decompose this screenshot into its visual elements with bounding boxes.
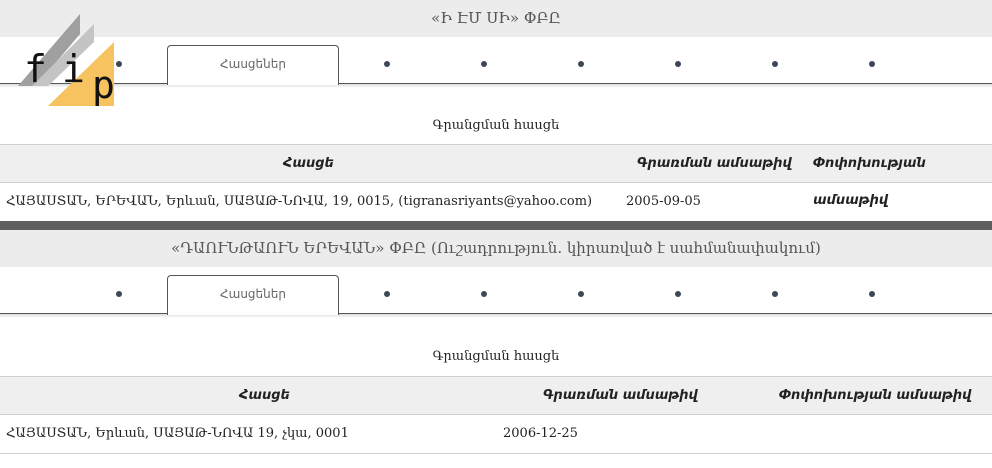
logo-letter-f: f [24,47,47,91]
cell-reg-date: 2006-12-25 [503,426,578,441]
cell-address: ՀԱՅԱՍՏԱՆ, ԵՐԵՎԱՆ, Երևան, ՍԱՅԱԹ-ՆՈՎԱ, 19,… [6,194,593,209]
address-table: Հասցե Գրառման ամսաթիվ Փոփոխության ամսաթի… [0,144,992,222]
tab-dot[interactable] [675,61,681,67]
header-change-date: Փոփոխության ամսաթիվ [779,388,972,403]
tab-dot[interactable] [772,291,778,297]
address-table: Հասցե Գրառման ամսաթիվ Փոփոխության ամսաթի… [0,376,992,454]
tab-dot[interactable] [384,291,390,297]
table-header: Հասցե Գրառման ամսաթիվ Փոփոխության ամսաթի… [0,376,992,415]
fip-logo[interactable]: f i p [18,14,115,107]
tab-dot[interactable] [772,61,778,67]
tab-dot[interactable] [116,291,122,297]
header-address: Հասցե [239,388,290,403]
table-header: Հասցե Գրառման ամսաթիվ Փոփոխության ամսաթի… [0,144,992,208]
tab-dot[interactable] [116,61,122,67]
cell-reg-date: 2005-09-05 [626,194,701,209]
tab-dot[interactable] [869,291,875,297]
company-title: «Ի ԷՄ ՍԻ» ՓԲԸ [0,0,992,37]
tab-strip: Հասցեներ [0,37,992,88]
section-label: Գրանցման հասցե [432,349,560,364]
header-reg-date: Գրառման ամսաթիվ [543,388,698,403]
logo-letter-i: i [62,47,85,91]
header-reg-date: Գրառման ամսաթիվ [637,156,792,171]
table-row: ՀԱՅԱՍՏԱՆ, ԵՐԵՎԱՆ, Երևան, ՍԱՅԱԹ-ՆՈՎԱ, 19,… [0,183,992,222]
tab-strip: Հասցեներ [0,267,992,318]
section-label: Գրանցման հասցե [432,118,560,133]
logo-letter-p: p [92,63,114,106]
cell-address: ՀԱՅԱՍՏԱՆ, Երևան, ՍԱՅԱԹ-ՆՈՎԱ 19, չկա, 000… [6,426,349,441]
tab-dot[interactable] [869,61,875,67]
tab-dot[interactable] [675,291,681,297]
company-title: «ԴԱՈՒՆԹԱՈՒՆ ԵՐԵՎԱՆ» ՓԲԸ (Ուշադրություն. … [0,230,992,267]
tab-addresses[interactable]: Հասցեներ [167,45,339,85]
tab-addresses[interactable]: Հասցեներ [167,275,339,315]
header-address: Հասցե [283,156,334,171]
company-block: «Ի ԷՄ ՍԻ» ՓԲԸ Հասցեներ Գրանցման հասցե Հա… [0,0,992,222]
table-row: ՀԱՅԱՍՏԱՆ, Երևան, ՍԱՅԱԹ-ՆՈՎԱ 19, չկա, 000… [0,415,992,454]
tab-dot[interactable] [481,291,487,297]
company-block: «ԴԱՈՒՆԹԱՈՒՆ ԵՐԵՎԱՆ» ՓԲԸ (Ուշադրություն. … [0,230,992,468]
tab-dot[interactable] [578,61,584,67]
tab-dot[interactable] [578,291,584,297]
tab-dot[interactable] [481,61,487,67]
tab-dot[interactable] [384,61,390,67]
